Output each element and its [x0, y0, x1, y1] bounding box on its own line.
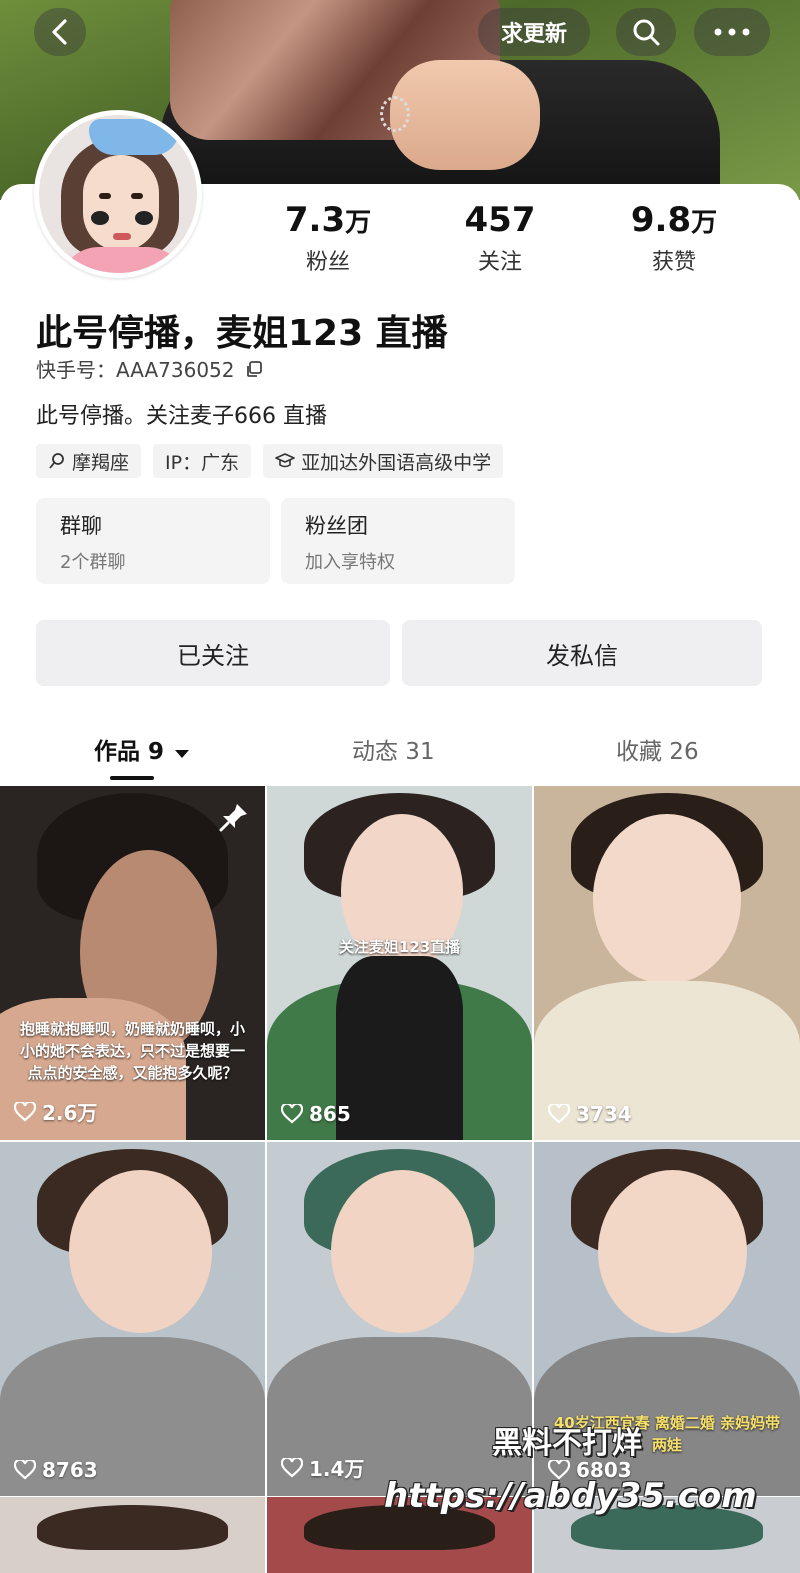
- heart-icon: [548, 1104, 570, 1124]
- likes-count: 2.6万: [42, 1101, 98, 1125]
- more-icon: [714, 28, 750, 36]
- tag-label: IP：广东: [165, 451, 240, 474]
- likes-count: 865: [309, 1102, 351, 1126]
- search-button[interactable]: [616, 8, 676, 56]
- stat-likes[interactable]: 9.8万 获赞: [584, 200, 764, 276]
- video-likes: 1.4万: [281, 1453, 364, 1482]
- watermark-line1: 黑料不打烊: [492, 1426, 642, 1461]
- stat-following[interactable]: 457 关注: [410, 200, 590, 276]
- likes-count: 3734: [576, 1102, 632, 1126]
- more-button[interactable]: [694, 8, 770, 56]
- followed-button[interactable]: 已关注: [36, 620, 390, 686]
- stat-value: 9.8: [630, 200, 692, 240]
- watermark-line2: https://abdy35.com: [384, 1476, 757, 1516]
- heart-icon: [281, 1104, 303, 1124]
- heart-icon: [14, 1101, 36, 1121]
- video-likes: 865: [281, 1102, 351, 1126]
- profile-bio: 此号停播。关注麦子666 直播: [36, 404, 327, 429]
- likes-count: 8763: [42, 1458, 98, 1482]
- tag-school[interactable]: 亚加达外国语高级中学: [263, 444, 504, 478]
- stat-unit: 万: [691, 208, 718, 238]
- video-likes: 3734: [548, 1102, 632, 1126]
- caret-down-icon: [175, 750, 190, 758]
- group-subtitle: 2个群聊: [60, 552, 126, 573]
- stat-unit: 万: [345, 208, 372, 238]
- stat-label: 获赞: [651, 250, 696, 275]
- back-button[interactable]: [34, 8, 86, 56]
- pin-icon: [219, 804, 247, 832]
- heart-icon: [281, 1457, 303, 1477]
- video-thumbnail[interactable]: 8763: [0, 1142, 265, 1496]
- tag-ip: IP：广东: [153, 444, 252, 478]
- school-icon: [275, 453, 295, 468]
- video-thumbnail[interactable]: [0, 1497, 265, 1573]
- message-button[interactable]: 发私信: [402, 620, 762, 686]
- video-thumbnail[interactable]: 关注麦姐123直播 865: [267, 786, 532, 1140]
- tab-moments[interactable]: 动态 31: [352, 732, 435, 766]
- tab-label: 作品 9: [94, 739, 165, 765]
- video-likes: 2.6万: [14, 1097, 97, 1126]
- group-title: 粉丝团: [305, 514, 368, 538]
- request-update-button[interactable]: 求更新: [478, 8, 590, 56]
- tag-label: 摩羯座: [72, 451, 130, 474]
- video-grid: 抱睡就抱睡呗，奶睡就奶睡呗，小小的她不会表达，只不过是想要一点点的安全感，又能抱…: [0, 786, 800, 1496]
- copy-icon[interactable]: [245, 360, 263, 378]
- stat-value: 7.3: [284, 200, 346, 240]
- tab-favorites[interactable]: 收藏 26: [616, 732, 699, 766]
- tag-zodiac[interactable]: 摩羯座: [36, 444, 142, 478]
- avatar[interactable]: [34, 110, 202, 278]
- group-chat-card[interactable]: 群聊 2个群聊: [36, 498, 270, 584]
- tab-indicator: [110, 776, 154, 780]
- profile-tags: 摩羯座 IP：广东 亚加达外国语高级中学: [36, 444, 504, 478]
- fan-club-card[interactable]: 粉丝团 加入享特权: [281, 498, 515, 584]
- video-thumbnail[interactable]: 3734: [534, 786, 800, 1140]
- video-caption: 关注麦姐123直播: [338, 938, 461, 956]
- group-subtitle: 加入享特权: [305, 552, 395, 573]
- stat-followers[interactable]: 7.3万 粉丝: [238, 200, 418, 276]
- user-id-text: 快手号：AAA736052: [36, 358, 235, 382]
- user-id: 快手号：AAA736052: [36, 354, 263, 383]
- stat-label: 粉丝: [305, 250, 350, 275]
- zodiac-icon: [49, 453, 64, 469]
- group-title: 群聊: [60, 514, 102, 538]
- profile-name: 此号停播，麦姐123 直播: [36, 313, 448, 354]
- tag-label: 亚加达外国语高级中学: [301, 451, 492, 474]
- video-thumbnail[interactable]: 抱睡就抱睡呗，奶睡就奶睡呗，小小的她不会表达，只不过是想要一点点的安全感，又能抱…: [0, 786, 265, 1140]
- video-caption: 抱睡就抱睡呗，奶睡就奶睡呗，小小的她不会表达，只不过是想要一点点的安全感，又能抱…: [19, 1020, 245, 1082]
- stat-value: 457: [464, 200, 536, 240]
- search-icon: [633, 19, 660, 46]
- video-likes: 8763: [14, 1458, 98, 1482]
- heart-icon: [14, 1460, 36, 1480]
- likes-count: 1.4万: [309, 1457, 365, 1481]
- stat-label: 关注: [477, 250, 522, 275]
- tab-works[interactable]: 作品 9: [94, 732, 190, 766]
- back-arrow-icon: [52, 19, 67, 45]
